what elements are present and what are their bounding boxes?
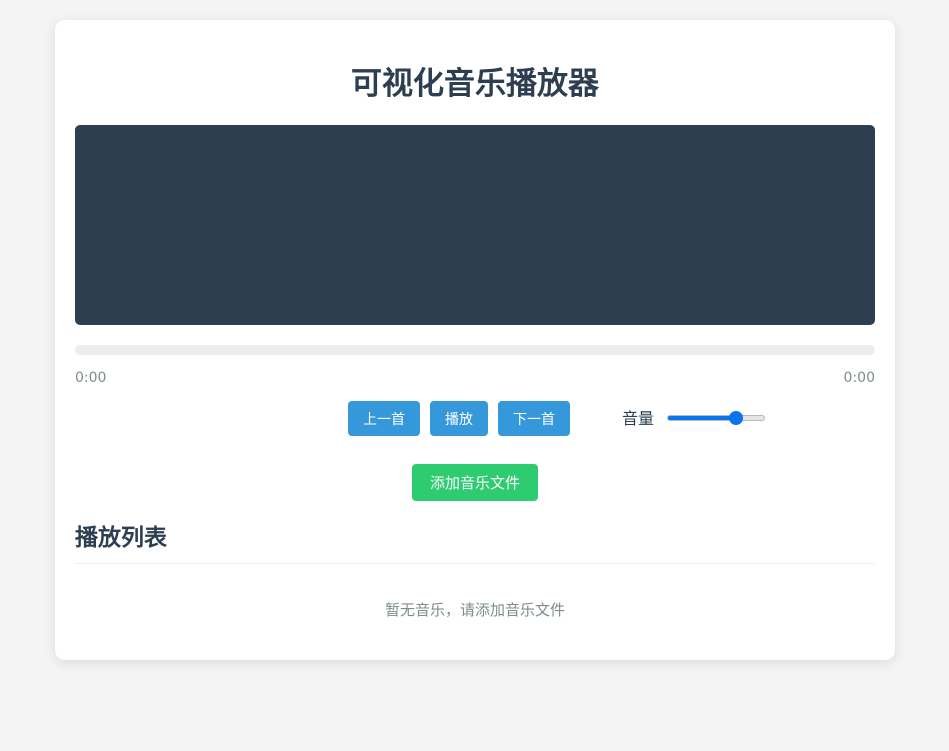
- playlist-divider: [75, 563, 875, 564]
- progress-bar[interactable]: [75, 345, 875, 355]
- player-card: 可视化音乐播放器 0:00 0:00 上一首 播放 下一首 音量 添加音乐文件 …: [55, 20, 895, 660]
- play-button[interactable]: 播放: [430, 401, 488, 436]
- volume-fill: [668, 416, 736, 420]
- next-button[interactable]: 下一首: [498, 401, 570, 436]
- volume-slider[interactable]: [667, 411, 765, 425]
- visualizer-canvas: [75, 125, 875, 325]
- playlist-title: 播放列表: [75, 525, 167, 551]
- total-duration: 0:00: [843, 370, 875, 386]
- add-music-button[interactable]: 添加音乐文件: [412, 464, 538, 501]
- previous-button[interactable]: 上一首: [348, 401, 420, 436]
- playlist-empty-message: 暂无音乐，请添加音乐文件: [384, 601, 565, 619]
- volume-track: [667, 415, 765, 421]
- volume-thumb[interactable]: [728, 411, 743, 425]
- volume-label: 音量: [622, 409, 655, 428]
- page-title: 可视化音乐播放器: [351, 66, 599, 102]
- current-time: 0:00: [75, 370, 107, 386]
